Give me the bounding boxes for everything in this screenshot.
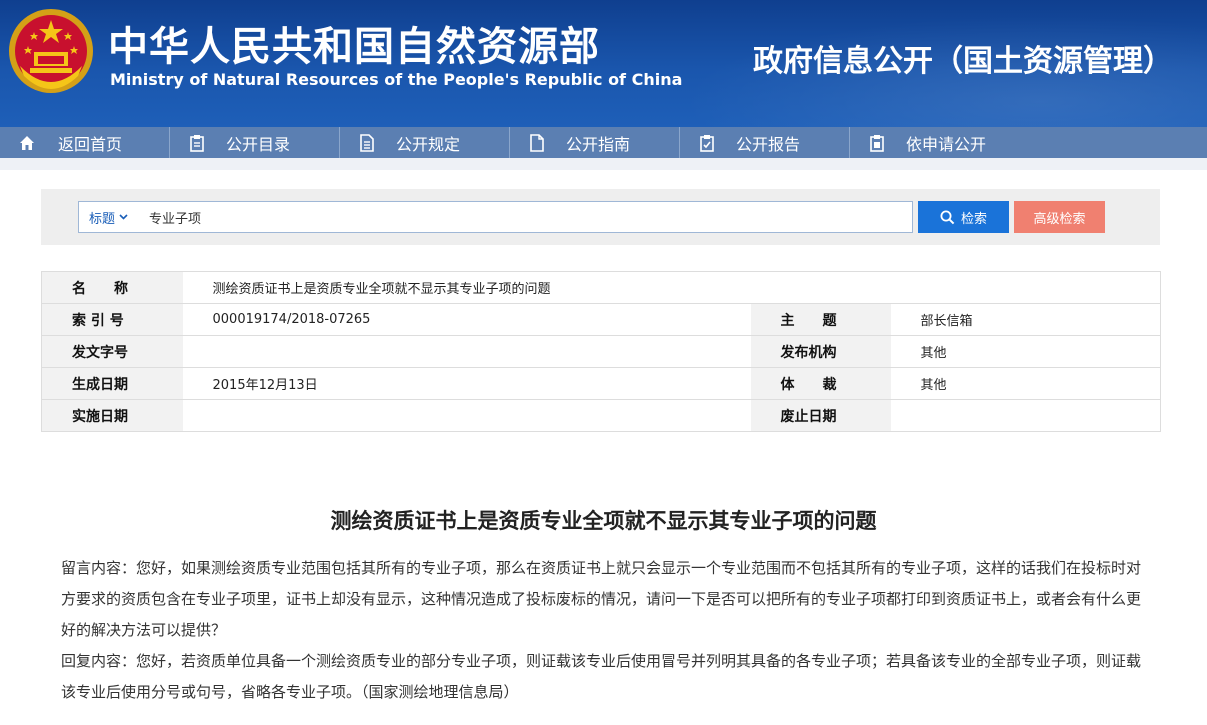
meta-value-genre: 其他	[890, 367, 1161, 400]
advanced-search-label: 高级检索	[1033, 211, 1086, 227]
nav-divider-strip	[0, 158, 1207, 170]
national-emblem-icon	[9, 9, 93, 93]
main-nav: 返回首页 公开目录 公开规定 公开指南 公开报告 依申请公开	[0, 127, 1207, 158]
meta-value-date: 2015年12月13日	[182, 367, 751, 400]
meta-value-effective	[183, 400, 751, 432]
meta-value-name: 测绘资质证书上是资质专业全项就不显示其专业子项的问题	[182, 271, 1161, 304]
meta-label-genre: 体 裁	[750, 367, 891, 400]
article-content: 留言内容：您好，如果测绘资质专业范围包括其所有的专业子项，那么在资质证书上就只会…	[61, 553, 1141, 708]
nav-item-label: 公开规定	[396, 134, 461, 154]
meta-value-topic: 部长信箱	[890, 303, 1161, 336]
meta-label-index: 索 引 号	[41, 303, 183, 336]
nav-item-apply[interactable]: 依申请公开	[850, 127, 1020, 158]
search-button-label: 检索	[960, 211, 987, 227]
document-icon	[358, 133, 376, 152]
section-title: 政府信息公开（国土资源管理）	[753, 44, 1173, 79]
chevron-down-icon	[119, 212, 128, 223]
meta-value-index: 000019174/2018-07265	[182, 303, 751, 336]
meta-label-date: 生成日期	[41, 367, 183, 400]
nav-item-report[interactable]: 公开报告	[680, 127, 850, 158]
meta-value-expire	[891, 400, 1161, 432]
meta-value-docno	[182, 335, 751, 368]
nav-item-label: 公开目录	[226, 134, 291, 154]
table-row: 发文字号 发布机构 其他	[41, 335, 1161, 368]
meta-label-name: 名 称	[41, 271, 183, 304]
meta-label-expire: 废止日期	[750, 399, 891, 432]
search-button[interactable]: 检索	[918, 201, 1009, 233]
search-field: 标题	[78, 201, 913, 233]
article-question: 留言内容：您好，如果测绘资质专业范围包括其所有的专业子项，那么在资质证书上就只会…	[61, 559, 1142, 639]
site-title-cn: 中华人民共和国自然资源部	[108, 24, 600, 70]
nav-item-label: 依申请公开	[906, 134, 987, 154]
article-title: 测绘资质证书上是资质专业全项就不显示其专业子项的问题	[330, 508, 877, 533]
search-icon	[940, 210, 955, 225]
table-row: 生成日期 2015年12月13日 体 裁 其他	[41, 367, 1161, 400]
nav-item-label: 公开报告	[736, 134, 801, 154]
table-row: 实施日期 废止日期	[41, 399, 1161, 432]
search-panel: 标题 检索 高级检索	[41, 189, 1160, 245]
article-answer: 回复内容：您好，若资质单位具备一个测绘资质专业的部分专业子项，则证载该专业后使用…	[61, 652, 1142, 701]
site-header: 中华人民共和国自然资源部 Ministry of Natural Resourc…	[0, 0, 1207, 127]
meta-label-effective: 实施日期	[41, 399, 183, 432]
site-title-en: Ministry of Natural Resources of the Peo…	[110, 70, 683, 89]
nav-item-label: 返回首页	[58, 134, 123, 154]
meta-value-publisher: 其他	[890, 335, 1161, 368]
table-row: 索 引 号 000019174/2018-07265 主 题 部长信箱	[41, 303, 1161, 336]
checklist-icon	[698, 134, 716, 152]
search-type-label: 标题	[89, 211, 116, 227]
nav-item-guide[interactable]: 公开指南	[510, 127, 680, 158]
document-metadata-table: 名 称 测绘资质证书上是资质专业全项就不显示其专业子项的问题 索 引 号 000…	[41, 271, 1161, 432]
nav-item-home[interactable]: 返回首页	[0, 127, 170, 158]
nav-item-rules[interactable]: 公开规定	[340, 127, 510, 158]
nav-item-catalog[interactable]: 公开目录	[170, 127, 340, 158]
table-row: 名 称 测绘资质证书上是资质专业全项就不显示其专业子项的问题	[41, 271, 1161, 304]
file-edit-icon	[528, 133, 546, 152]
meta-label-topic: 主 题	[750, 303, 891, 336]
advanced-search-button[interactable]: 高级检索	[1014, 201, 1105, 233]
search-input[interactable]	[149, 209, 889, 225]
home-icon	[18, 134, 36, 152]
meta-label-publisher: 发布机构	[750, 335, 891, 368]
meta-label-docno: 发文字号	[41, 335, 183, 368]
search-type-select[interactable]: 标题	[79, 208, 149, 227]
clipboard-list-icon	[868, 134, 886, 152]
nav-item-label: 公开指南	[566, 134, 631, 154]
clipboard-icon	[188, 134, 206, 152]
